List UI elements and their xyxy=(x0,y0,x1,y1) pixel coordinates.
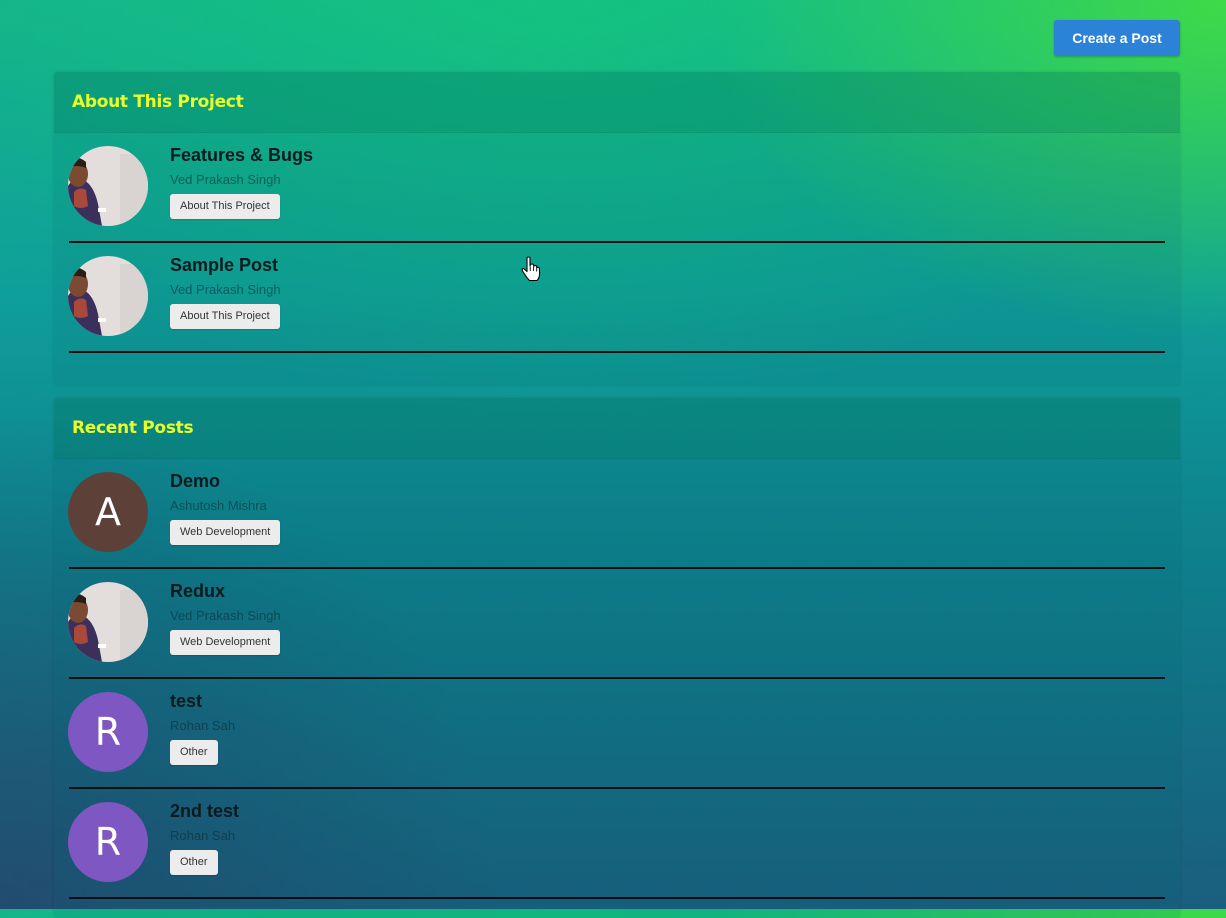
post-item[interactable]: Features & Bugs Ved Prakash Singh About … xyxy=(68,133,1165,243)
avatar xyxy=(68,256,148,336)
post-author: Ved Prakash Singh xyxy=(170,608,281,623)
post-title[interactable]: Sample Post xyxy=(170,255,278,276)
category-tag[interactable]: Other xyxy=(170,850,218,875)
section-title-about: About This Project xyxy=(72,92,244,112)
post-author: Rohan Sah xyxy=(170,718,236,733)
post-author: Ved Prakash Singh xyxy=(170,282,281,297)
user-photo-icon xyxy=(68,256,148,336)
about-project-header: About This Project xyxy=(54,72,1180,133)
avatar: R xyxy=(68,692,148,772)
user-photo-icon xyxy=(68,582,148,662)
avatar: A xyxy=(68,472,148,552)
recent-posts-card: Recent Posts A Demo Ashutosh Mishra Web … xyxy=(54,398,1180,918)
post-title[interactable]: test xyxy=(170,691,202,712)
section-title-recent: Recent Posts xyxy=(72,418,194,438)
avatar xyxy=(68,582,148,662)
post-author: Ved Prakash Singh xyxy=(170,172,281,187)
post-item[interactable]: Redux Ved Prakash Singh Web Development xyxy=(68,569,1165,679)
create-post-button[interactable]: Create a Post xyxy=(1054,20,1180,56)
post-author: Ashutosh Mishra xyxy=(170,498,267,513)
post-item[interactable]: A Demo Ashutosh Mishra Web Development xyxy=(68,459,1165,569)
post-title[interactable]: Features & Bugs xyxy=(170,145,313,166)
about-post-list: Features & Bugs Ved Prakash Singh About … xyxy=(54,133,1180,353)
recent-post-list: A Demo Ashutosh Mishra Web Development R… xyxy=(54,459,1180,899)
about-project-card: About This Project Features & Bugs Ved P… xyxy=(54,72,1180,385)
category-tag[interactable]: About This Project xyxy=(170,304,280,329)
user-photo-icon xyxy=(68,146,148,226)
avatar: R xyxy=(68,802,148,882)
avatar-letter: R xyxy=(94,710,122,754)
category-tag[interactable]: Web Development xyxy=(170,630,281,655)
recent-posts-header: Recent Posts xyxy=(54,398,1180,459)
post-title[interactable]: 2nd test xyxy=(170,801,239,822)
avatar-letter: A xyxy=(95,490,121,534)
category-tag[interactable]: About This Project xyxy=(170,194,280,219)
category-tag[interactable]: Web Development xyxy=(170,520,281,545)
category-tag[interactable]: Other xyxy=(170,740,218,765)
post-title[interactable]: Redux xyxy=(170,581,225,602)
avatar xyxy=(68,146,148,226)
post-item[interactable]: Sample Post Ved Prakash Singh About This… xyxy=(68,243,1165,353)
post-title[interactable]: Demo xyxy=(170,471,220,492)
post-author: Rohan Sah xyxy=(170,828,236,843)
post-item[interactable]: R 2nd test Rohan Sah Other xyxy=(68,789,1165,899)
post-item[interactable]: R test Rohan Sah Other xyxy=(68,679,1165,789)
avatar-letter: R xyxy=(94,820,122,864)
